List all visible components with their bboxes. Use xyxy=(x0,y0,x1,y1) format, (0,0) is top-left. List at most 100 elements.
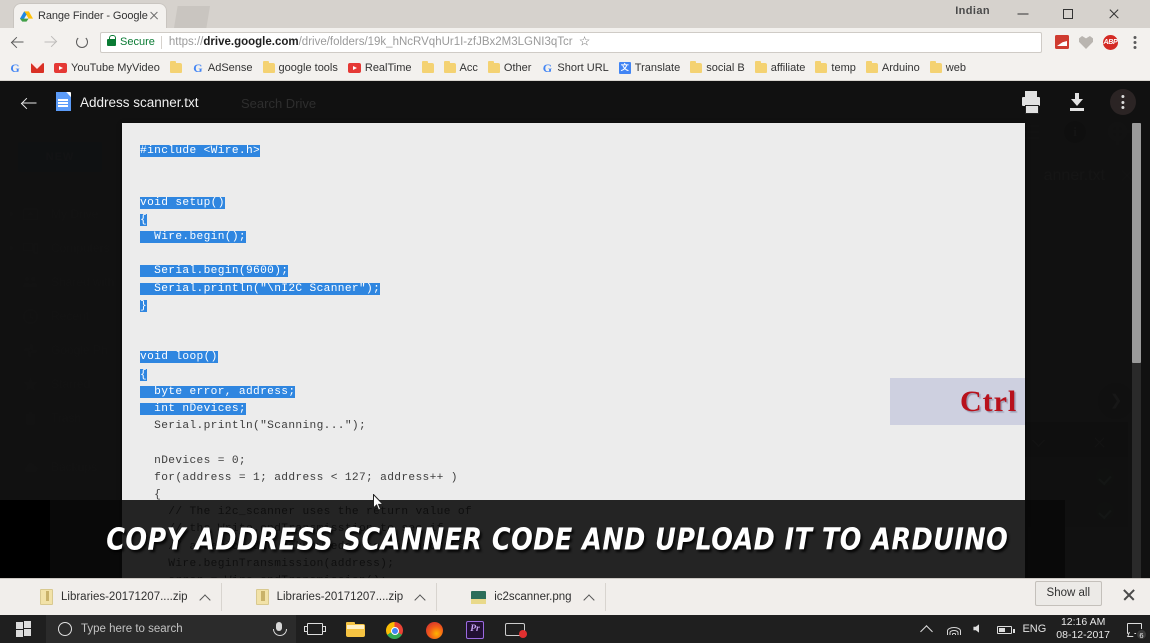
battery-icon[interactable] xyxy=(992,615,1018,643)
bookmark-item[interactable]: YouTube MyVideo xyxy=(49,58,165,78)
chevron-up-icon[interactable] xyxy=(584,592,595,603)
browser-tab[interactable]: Range Finder - Google D xyxy=(14,4,166,28)
bookmark-label: social B xyxy=(706,62,745,74)
microphone-icon[interactable] xyxy=(273,622,287,636)
scrollbar-thumb[interactable] xyxy=(1132,123,1141,363)
show-all-downloads-button[interactable]: Show all xyxy=(1034,581,1102,606)
firefox-icon[interactable] xyxy=(416,615,456,643)
screen-root: Range Finder - Google D Indian Secure ht… xyxy=(0,0,1150,643)
lock-icon xyxy=(107,35,116,46)
subtitle-left-block xyxy=(0,500,50,580)
notifications-icon[interactable]: 6 xyxy=(1120,615,1150,643)
bookmark-star-icon[interactable]: ☆ xyxy=(573,30,597,54)
ctrl-c-badge: Ctrl + C xyxy=(890,378,1025,425)
folder-icon xyxy=(169,60,182,73)
download-filename: Libraries-20171207....zip xyxy=(61,591,188,603)
adblock-extension-icon[interactable]: ABP xyxy=(1098,30,1122,54)
chevron-up-icon[interactable] xyxy=(415,592,426,603)
download-icon[interactable] xyxy=(1064,89,1090,115)
zip-file-icon xyxy=(40,589,53,605)
chevron-up-icon[interactable] xyxy=(200,592,211,603)
download-item[interactable]: ic2scanner.png xyxy=(461,583,606,611)
reload-button[interactable] xyxy=(68,28,96,56)
clock-time: 12:16 AM xyxy=(1060,616,1106,628)
bookmark-item[interactable]: 文 Translate xyxy=(614,58,685,78)
bookmark-item[interactable]: G xyxy=(4,58,26,78)
selected-code[interactable]: #include <Wire.h> void setup() { Wire.be… xyxy=(140,145,381,416)
address-bar[interactable]: Secure https://drive.google.com/drive/fo… xyxy=(100,30,1042,54)
screen-recorder-icon[interactable] xyxy=(496,615,536,643)
close-shelf-icon[interactable] xyxy=(1122,588,1136,602)
viewer-actions xyxy=(1018,89,1136,115)
bookmark-label: RealTime xyxy=(364,62,412,74)
bookmark-item[interactable]: Arduino xyxy=(861,58,925,78)
google-drive-icon xyxy=(20,10,33,23)
system-tray: ENG 12:16 AM 08-12-2017 6 xyxy=(914,615,1150,643)
divider xyxy=(160,35,162,49)
print-icon[interactable] xyxy=(1018,89,1044,115)
bookmark-item[interactable]: G Short URL xyxy=(536,58,613,78)
clock-date: 08-12-2017 xyxy=(1056,629,1110,641)
bookmark-item[interactable]: temp xyxy=(810,58,860,78)
bookmark-label: Other xyxy=(503,62,532,74)
ghostery-extension-icon[interactable] xyxy=(1074,30,1098,54)
close-icon[interactable] xyxy=(148,10,160,22)
folder-icon xyxy=(754,60,767,73)
bookmark-item[interactable]: Acc xyxy=(439,58,483,78)
chrome-icon[interactable] xyxy=(376,615,416,643)
download-item[interactable]: Libraries-20171207....zip xyxy=(246,583,438,611)
bookmark-label: web xyxy=(945,62,966,74)
bookmark-item[interactable]: G AdSense xyxy=(187,58,258,78)
viewer-file-name: Address scanner.txt xyxy=(80,95,199,110)
chart-extension-icon[interactable] xyxy=(1050,30,1074,54)
bookmark-item[interactable] xyxy=(417,58,439,78)
bookmark-item[interactable]: web xyxy=(925,58,971,78)
gmail-icon xyxy=(31,63,44,73)
new-tab-button[interactable] xyxy=(174,6,210,28)
wifi-icon[interactable] xyxy=(940,615,966,643)
url-domain: drive.google.com xyxy=(203,36,299,48)
close-window-button[interactable] xyxy=(1091,0,1136,28)
bookmark-item[interactable]: social B xyxy=(685,58,750,78)
maximize-button[interactable] xyxy=(1045,0,1090,28)
folder-icon xyxy=(487,60,500,73)
bookmark-item[interactable]: affiliate xyxy=(750,58,811,78)
more-options-icon[interactable] xyxy=(1110,89,1136,115)
browser-toolbar: Secure https://drive.google.com/drive/fo… xyxy=(0,28,1150,56)
search-input[interactable]: Type here to search xyxy=(46,615,296,643)
google-icon: G xyxy=(542,61,553,75)
bookmark-label: google tools xyxy=(278,62,338,74)
url-text: https://drive.google.com/drive/folders/1… xyxy=(169,36,573,48)
forward-button[interactable] xyxy=(36,28,64,56)
browser-menu-icon[interactable] xyxy=(1122,30,1148,54)
bookmark-label: affiliate xyxy=(770,62,806,74)
profile-name[interactable]: Indian xyxy=(955,5,990,17)
bookmark-item[interactable]: RealTime xyxy=(343,58,417,78)
download-item[interactable]: Libraries-20171207....zip xyxy=(30,583,222,611)
minimize-button[interactable] xyxy=(1000,0,1045,28)
start-button[interactable] xyxy=(0,615,46,643)
task-view-icon[interactable] xyxy=(296,615,336,643)
show-hidden-icons-icon[interactable] xyxy=(914,615,940,643)
language-indicator[interactable]: ENG xyxy=(1022,623,1046,635)
bookmark-item[interactable] xyxy=(165,58,187,78)
folder-icon xyxy=(690,60,703,73)
bookmark-label: Arduino xyxy=(881,62,920,74)
tab-title: Range Finder - Google D xyxy=(38,10,148,22)
premiere-pro-icon[interactable]: Pr xyxy=(456,615,496,643)
back-to-drive-button[interactable] xyxy=(16,91,40,115)
file-explorer-icon[interactable] xyxy=(336,615,376,643)
bookmark-label: Acc xyxy=(459,62,478,74)
viewer-scrollbar[interactable] xyxy=(1132,123,1141,583)
clock[interactable]: 12:16 AM 08-12-2017 xyxy=(1056,616,1110,642)
mouse-cursor xyxy=(373,494,385,511)
viewer-header: Address scanner.txt Search Drive Open wi… xyxy=(0,81,1150,197)
bookmark-item[interactable]: google tools xyxy=(258,58,343,78)
subtitle-overlay: COPY ADDRESS SCANNER CODE AND UPLOAD IT … xyxy=(50,500,1065,580)
bookmark-item[interactable]: Other xyxy=(483,58,537,78)
back-button[interactable] xyxy=(4,28,32,56)
youtube-icon xyxy=(347,63,361,73)
volume-icon[interactable] xyxy=(966,615,992,643)
bookmark-label: Translate xyxy=(634,62,681,74)
bookmark-item[interactable] xyxy=(26,58,49,78)
